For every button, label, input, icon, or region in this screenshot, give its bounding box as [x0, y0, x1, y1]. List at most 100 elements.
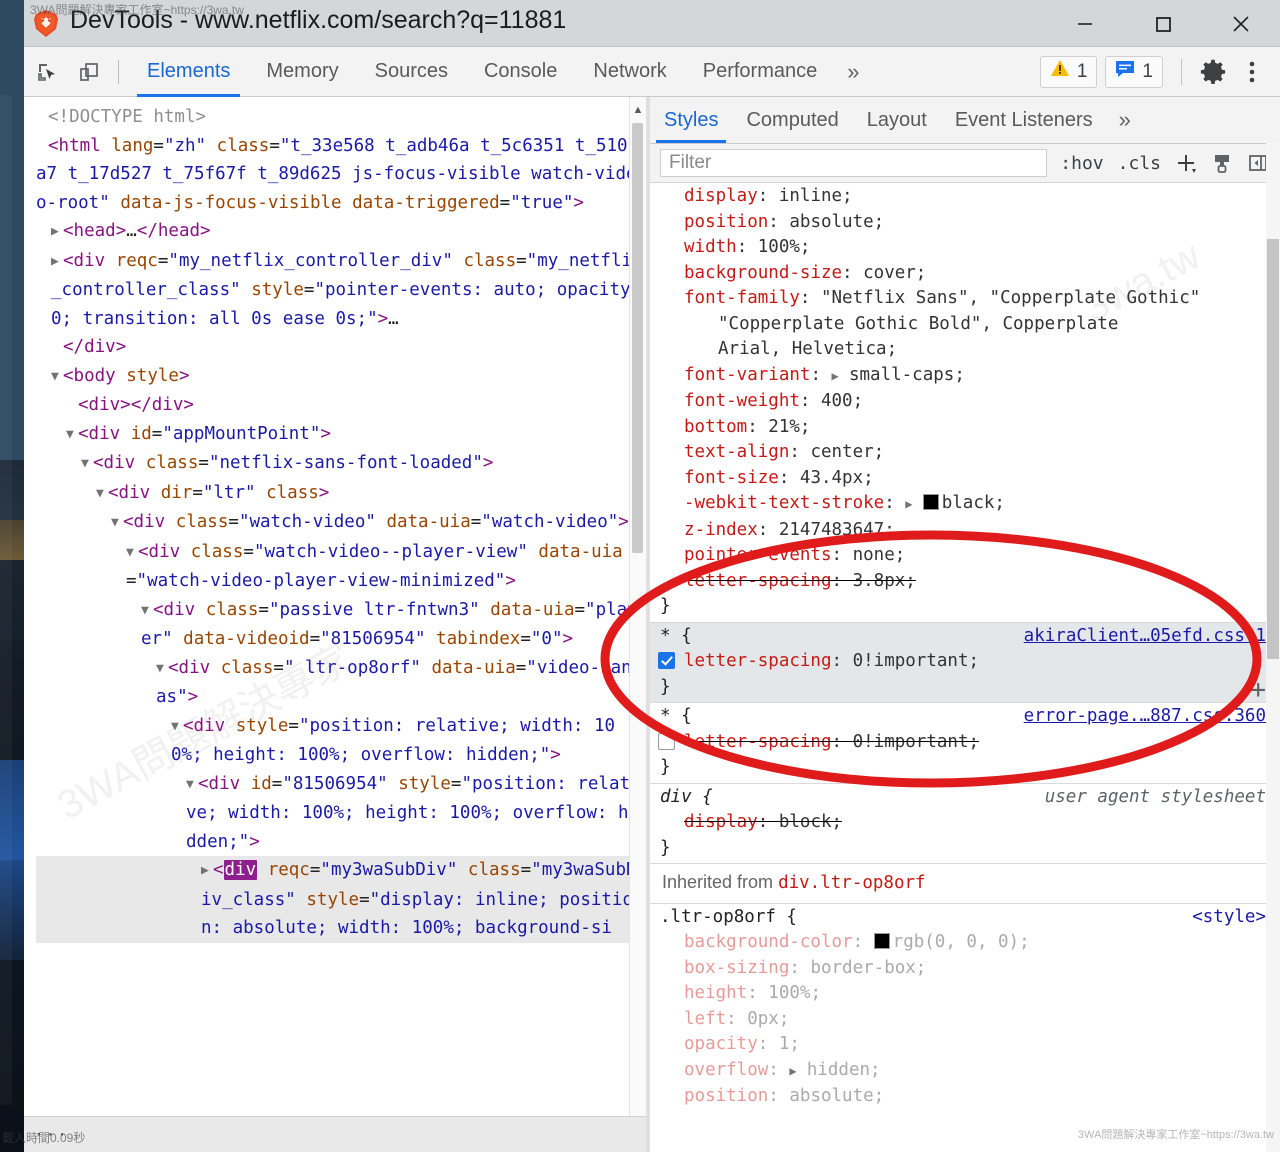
- css-source-link[interactable]: <style>: [1192, 905, 1266, 931]
- css-declaration[interactable]: -webkit-text-stroke: ▶ black;: [650, 491, 1280, 518]
- css-declaration[interactable]: letter-spacing: 3.8px;: [650, 569, 1280, 595]
- more-tabs-icon[interactable]: »: [835, 59, 871, 85]
- disclosure-triangle-icon[interactable]: ▼: [156, 655, 168, 684]
- dom-node[interactable]: ▼<body style>: [36, 362, 646, 392]
- disclosure-triangle-icon[interactable]: ▼: [186, 771, 198, 800]
- gear-icon[interactable]: [1192, 58, 1234, 86]
- dom-node[interactable]: ▼<div class="watch-video--player-view" d…: [36, 538, 646, 596]
- css-declaration[interactable]: position: absolute;: [650, 1084, 1280, 1110]
- color-swatch[interactable]: [874, 933, 890, 949]
- new-stylesheet-icon[interactable]: [1204, 152, 1240, 174]
- dom-node[interactable]: ▶<head>…</head>: [36, 217, 646, 247]
- css-declaration[interactable]: overflow: ▶ hidden;: [650, 1058, 1280, 1085]
- breadcrumb[interactable]: ···: [24, 1116, 646, 1152]
- css-declaration[interactable]: display: inline;: [650, 184, 1280, 210]
- css-declaration[interactable]: font-variant: ▶ small-caps;: [650, 363, 1280, 390]
- dom-node[interactable]: ▼<div id="appMountPoint">: [36, 420, 646, 450]
- breadcrumb-overflow[interactable]: ···: [24, 1125, 79, 1144]
- css-rule[interactable]: div {user agent stylesheetdisplay: block…: [650, 783, 1280, 864]
- dom-scroll-thumb[interactable]: [632, 123, 643, 553]
- dom-node[interactable]: ▼<div id="81506954" style="position: rel…: [36, 770, 646, 857]
- css-declaration[interactable]: z-index: 2147483647;: [650, 518, 1280, 544]
- dom-node[interactable]: <html lang="zh" class="t_33e568 t_adb46a…: [36, 132, 646, 218]
- tab-performance[interactable]: Performance: [685, 47, 836, 97]
- css-declaration[interactable]: font-size: 43.4px;: [650, 466, 1280, 492]
- dom-node[interactable]: ▼<div class="passive ltr-fntwn3" data-ui…: [36, 596, 646, 654]
- dom-tree-pane[interactable]: <!DOCTYPE html><html lang="zh" class="t_…: [24, 97, 646, 1152]
- message-badge[interactable]: 1: [1105, 56, 1163, 88]
- css-source-link[interactable]: akiraClient…05efd.css:1: [1024, 624, 1266, 650]
- disclosure-triangle-icon[interactable]: ▶: [51, 218, 63, 247]
- css-rule[interactable]: * { akiraClient…05efd.css:1letter-spacing…: [650, 622, 1280, 703]
- styles-scroll-thumb[interactable]: [1267, 239, 1279, 659]
- value-expander-icon[interactable]: ▶: [832, 369, 846, 383]
- css-selector[interactable]: * {: [660, 624, 692, 650]
- css-declaration[interactable]: height: 100%;: [650, 981, 1280, 1007]
- value-expander-icon[interactable]: ▶: [789, 1064, 803, 1078]
- minimize-icon[interactable]: [1046, 0, 1124, 47]
- css-declaration[interactable]: left: 0px;: [650, 1007, 1280, 1033]
- css-declaration[interactable]: pointer-events: none;: [650, 543, 1280, 569]
- plus-icon[interactable]: [1168, 152, 1204, 174]
- css-declaration[interactable]: position: absolute;: [650, 210, 1280, 236]
- disclosure-triangle-icon[interactable]: ▼: [66, 421, 78, 450]
- css-rule[interactable]: * { error-page.…887.css:360letter-spacing…: [650, 702, 1280, 783]
- dom-node[interactable]: ▼<div dir="ltr" class>: [36, 479, 646, 509]
- dom-node[interactable]: ▼<div class=" ltr-op8orf" data-uia="vide…: [36, 654, 646, 712]
- disclosure-triangle-icon[interactable]: ▼: [141, 597, 153, 626]
- scroll-up-icon[interactable]: ▲: [630, 99, 646, 121]
- styles-rules-list[interactable]: display: inline;position: absolute;width…: [650, 183, 1280, 1152]
- tab-layout[interactable]: Layout: [853, 97, 941, 143]
- tab-styles[interactable]: Styles: [650, 97, 732, 143]
- disclosure-triangle-icon[interactable]: ▼: [126, 539, 138, 568]
- tab-console[interactable]: Console: [466, 47, 575, 97]
- warning-badge[interactable]: 1: [1040, 56, 1098, 88]
- inherited-selector[interactable]: div.ltr-op8orf: [778, 873, 926, 893]
- css-selector[interactable]: div {: [660, 785, 713, 811]
- disclosure-triangle-icon[interactable]: ▼: [96, 480, 108, 509]
- kebab-menu-icon[interactable]: [1234, 58, 1270, 86]
- tab-network[interactable]: Network: [575, 47, 684, 97]
- tab-computed[interactable]: Computed: [732, 97, 852, 143]
- value-expander-icon[interactable]: ▶: [905, 497, 919, 511]
- css-selector[interactable]: * {: [660, 704, 692, 730]
- css-selector[interactable]: .ltr-op8orf {: [660, 905, 797, 931]
- css-source-link[interactable]: error-page.…887.css:360: [1024, 704, 1266, 730]
- device-toolbar-icon[interactable]: [70, 53, 108, 91]
- dom-node[interactable]: ▼<div class="netflix-sans-font-loaded">: [36, 449, 646, 479]
- maximize-icon[interactable]: [1124, 0, 1202, 47]
- css-declaration[interactable]: font-family: "Netflix Sans", "Copperplat…: [650, 286, 1280, 312]
- inspect-element-icon[interactable]: [28, 53, 66, 91]
- css-declaration[interactable]: opacity: 1;: [650, 1032, 1280, 1058]
- css-declaration[interactable]: letter-spacing: 0!important;: [650, 649, 1280, 675]
- styles-more-tabs-icon[interactable]: »: [1107, 97, 1143, 143]
- dom-node[interactable]: </div>: [36, 333, 646, 362]
- css-declaration[interactable]: text-align: center;: [650, 440, 1280, 466]
- disclosure-triangle-icon[interactable]: ▼: [111, 509, 123, 538]
- css-declaration[interactable]: box-sizing: border-box;: [650, 956, 1280, 982]
- disclosure-triangle-icon[interactable]: ▼: [171, 713, 183, 742]
- styles-filter-input[interactable]: Filter: [660, 149, 1047, 177]
- tab-memory[interactable]: Memory: [248, 47, 356, 97]
- disclosure-triangle-icon[interactable]: ▼: [51, 363, 63, 392]
- css-declaration[interactable]: display: block;: [650, 810, 1280, 836]
- disclosure-triangle-icon[interactable]: ▶: [51, 248, 63, 277]
- tab-elements[interactable]: Elements: [129, 47, 248, 97]
- css-declaration[interactable]: bottom: 21%;: [650, 415, 1280, 441]
- disclosure-triangle-icon[interactable]: ▼: [81, 450, 93, 479]
- dom-node[interactable]: ▼<div style="position: relative; width: …: [36, 712, 646, 770]
- close-icon[interactable]: [1202, 0, 1280, 47]
- css-declaration[interactable]: background-color: rgb(0, 0, 0);: [650, 930, 1280, 956]
- css-declaration[interactable]: letter-spacing: 0!important;: [650, 730, 1280, 756]
- dom-scrollbar[interactable]: ▲ ▼: [629, 97, 646, 1152]
- dom-node-selected[interactable]: ▶<div reqc="my3waSubDiv" class="my3waSub…: [36, 856, 646, 943]
- dom-node[interactable]: ▶<div reqc="my_netflix_controller_div" c…: [36, 247, 646, 334]
- declaration-checkbox[interactable]: [658, 652, 675, 669]
- css-declaration[interactable]: width: 100%;: [650, 235, 1280, 261]
- hover-state-toggle[interactable]: :hov: [1053, 153, 1110, 174]
- css-rule[interactable]: display: inline;position: absolute;width…: [650, 183, 1280, 622]
- class-editor-toggle[interactable]: .cls: [1111, 153, 1168, 174]
- tab-sources[interactable]: Sources: [357, 47, 466, 97]
- css-declaration[interactable]: background-size: cover;: [650, 261, 1280, 287]
- disclosure-triangle-icon[interactable]: ▶: [201, 857, 213, 886]
